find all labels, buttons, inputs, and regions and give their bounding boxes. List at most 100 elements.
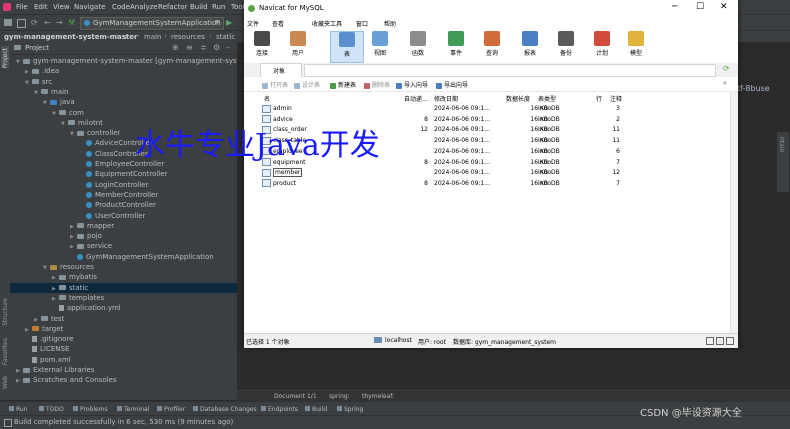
toolbar-button[interactable]: 备份: [550, 31, 582, 61]
breadcrumb-item[interactable]: resources: [171, 33, 205, 41]
table-action-button[interactable]: 导入向导: [396, 80, 428, 89]
minimize-icon[interactable]: ─: [672, 2, 677, 12]
tree-item[interactable]: pom.xml: [10, 355, 237, 365]
toolbar-button[interactable]: 用户: [282, 31, 314, 61]
bottom-tab-database-changes[interactable]: Database Changes: [200, 406, 257, 413]
tree-item[interactable]: ▶ pojo: [10, 231, 237, 241]
bottom-tab-problems[interactable]: Problems: [80, 406, 108, 413]
tree-item[interactable]: MemberController: [10, 190, 237, 200]
tree-item[interactable]: ▶ External Libraries: [10, 365, 237, 375]
table-action-button[interactable]: 新建表: [330, 80, 356, 89]
tree-item[interactable]: ▼ java: [10, 97, 237, 107]
ide-menu-run[interactable]: Run: [212, 3, 225, 11]
tree-item[interactable]: ▶ mybatis: [10, 272, 237, 282]
tree-item[interactable]: ▶ mapper: [10, 221, 237, 231]
toolbar-button[interactable]: 报表: [514, 31, 546, 61]
expand-all-icon[interactable]: ≡: [186, 43, 193, 52]
tree-item[interactable]: ▶ target: [10, 324, 237, 334]
chevron-right-icon[interactable]: ▶: [16, 376, 23, 386]
ide-menu-refactor[interactable]: Refactor: [158, 3, 187, 11]
ide-menu-navigate[interactable]: Navigate: [74, 3, 105, 11]
collapse-all-icon[interactable]: ≑: [200, 43, 207, 52]
column-header[interactable]: 名: [264, 94, 270, 103]
hide-panel-icon[interactable]: –: [226, 43, 230, 52]
tree-item[interactable]: ▶ test: [10, 314, 237, 324]
breadcrumb-item[interactable]: main: [144, 33, 162, 41]
ide-menu-build[interactable]: Build: [190, 3, 208, 11]
bottom-tab-profiler[interactable]: Profiler: [164, 406, 185, 413]
bottom-tab-run[interactable]: Run: [16, 406, 28, 413]
close-icon[interactable]: ✕: [720, 2, 728, 12]
table-row[interactable]: admin 2024-06-06 09:1... 16 KB InnoDB 3: [260, 104, 730, 114]
editor-crumb-thymeleaf[interactable]: thymeleaf:: [362, 393, 394, 400]
tree-item[interactable]: application.yml: [10, 303, 237, 313]
ide-menu-edit[interactable]: Edit: [34, 3, 48, 11]
sync-icon[interactable]: ⟳: [31, 18, 38, 27]
navicat-menu-item[interactable]: 文件: [247, 19, 259, 28]
table-action-button[interactable]: 导出向导: [436, 80, 468, 89]
tree-item[interactable]: ▶ .idea: [10, 66, 237, 76]
list-view-icon[interactable]: [706, 337, 714, 345]
navicat-menu-item[interactable]: 帮助: [384, 19, 396, 28]
navicat-menu-item[interactable]: 查看: [272, 19, 284, 28]
toolbar-button[interactable]: 事件: [440, 31, 472, 61]
ide-menu-file[interactable]: File: [16, 3, 28, 11]
toolbar-button[interactable]: 视图: [364, 31, 396, 61]
breadcrumb-item[interactable]: static: [216, 33, 235, 41]
tree-item[interactable]: ProductController: [10, 200, 237, 210]
save-icon[interactable]: [17, 19, 26, 28]
tree-item[interactable]: GymManagementSystemApplication: [10, 252, 237, 262]
column-header[interactable]: 自动递...: [404, 94, 428, 103]
navicat-menu-item[interactable]: 窗口: [356, 19, 368, 28]
icon-view-icon[interactable]: [726, 337, 734, 345]
tree-item[interactable]: UserController: [10, 211, 237, 221]
open-folder-icon[interactable]: [4, 19, 12, 26]
project-view-label[interactable]: Project: [25, 44, 49, 52]
editor-crumb-spring[interactable]: spring:: [329, 393, 350, 400]
bottom-tab-spring[interactable]: Spring: [344, 406, 363, 413]
table-row[interactable]: member 2024-06-06 09:1... 16 KB InnoDB 12: [260, 168, 730, 178]
column-header[interactable]: 表类型: [538, 94, 556, 103]
ide-menu-view[interactable]: View: [53, 3, 70, 11]
table-action-button[interactable]: 删除表: [364, 80, 390, 89]
navicat-menu-item[interactable]: 收藏夹: [312, 19, 330, 28]
bottom-tab-endpoints[interactable]: Endpoints: [268, 406, 298, 413]
tree-item[interactable]: ▶ Scratches and Consoles: [10, 375, 237, 385]
run-icon[interactable]: ▶: [226, 18, 232, 27]
table-action-button[interactable]: 设计表: [294, 80, 320, 89]
tree-item[interactable]: ▶ static: [10, 282, 237, 293]
column-header[interactable]: 修改日期: [434, 94, 458, 103]
ide-menu-code[interactable]: Code: [112, 3, 130, 11]
tree-item[interactable]: ▼ com: [10, 108, 237, 118]
right-tool-tab-label[interactable]: ntain: [778, 137, 785, 152]
toolbar-button[interactable]: 查询: [476, 31, 508, 61]
tree-item[interactable]: LICENSE: [10, 344, 237, 354]
search-icon[interactable]: ⌕: [723, 79, 727, 88]
gear-icon[interactable]: ⚙: [213, 43, 220, 52]
bottom-tab-build[interactable]: Build: [312, 406, 327, 413]
refresh-icon[interactable]: ⟳: [723, 64, 730, 73]
tree-item[interactable]: ▼ src: [10, 77, 237, 87]
navicat-menu-item[interactable]: 工具: [330, 19, 342, 28]
locate-icon[interactable]: ⊕: [172, 43, 179, 52]
build-hammer-icon[interactable]: ⚒: [68, 18, 75, 27]
column-header[interactable]: 行: [596, 94, 602, 103]
table-action-button[interactable]: 打开表: [262, 80, 288, 89]
maximize-icon[interactable]: ☐: [696, 2, 704, 12]
toolbar-button[interactable]: 函数: [402, 31, 434, 61]
favorites-tool-tab[interactable]: Favorites: [2, 338, 9, 365]
bottom-tab-todo[interactable]: TODO: [46, 406, 64, 413]
column-header[interactable]: 注释: [610, 94, 622, 103]
forward-icon[interactable]: →: [56, 18, 63, 27]
breadcrumb-item[interactable]: src: [123, 33, 133, 41]
detail-view-icon[interactable]: [716, 337, 724, 345]
tree-item[interactable]: ▼ gym-management-system-master [gym-manag…: [10, 56, 253, 66]
tree-item[interactable]: LoginController: [10, 180, 237, 190]
tree-item[interactable]: .gitignore: [10, 334, 237, 344]
tree-item[interactable]: ▼ main: [10, 87, 237, 97]
column-header[interactable]: 数据长度: [506, 94, 530, 103]
tree-item[interactable]: EquipmentController: [10, 169, 237, 179]
ide-menu-analyze[interactable]: Analyze: [130, 3, 158, 11]
toolbar-button[interactable]: 模型: [620, 31, 652, 61]
toolbar-button[interactable]: 连接: [246, 31, 278, 61]
